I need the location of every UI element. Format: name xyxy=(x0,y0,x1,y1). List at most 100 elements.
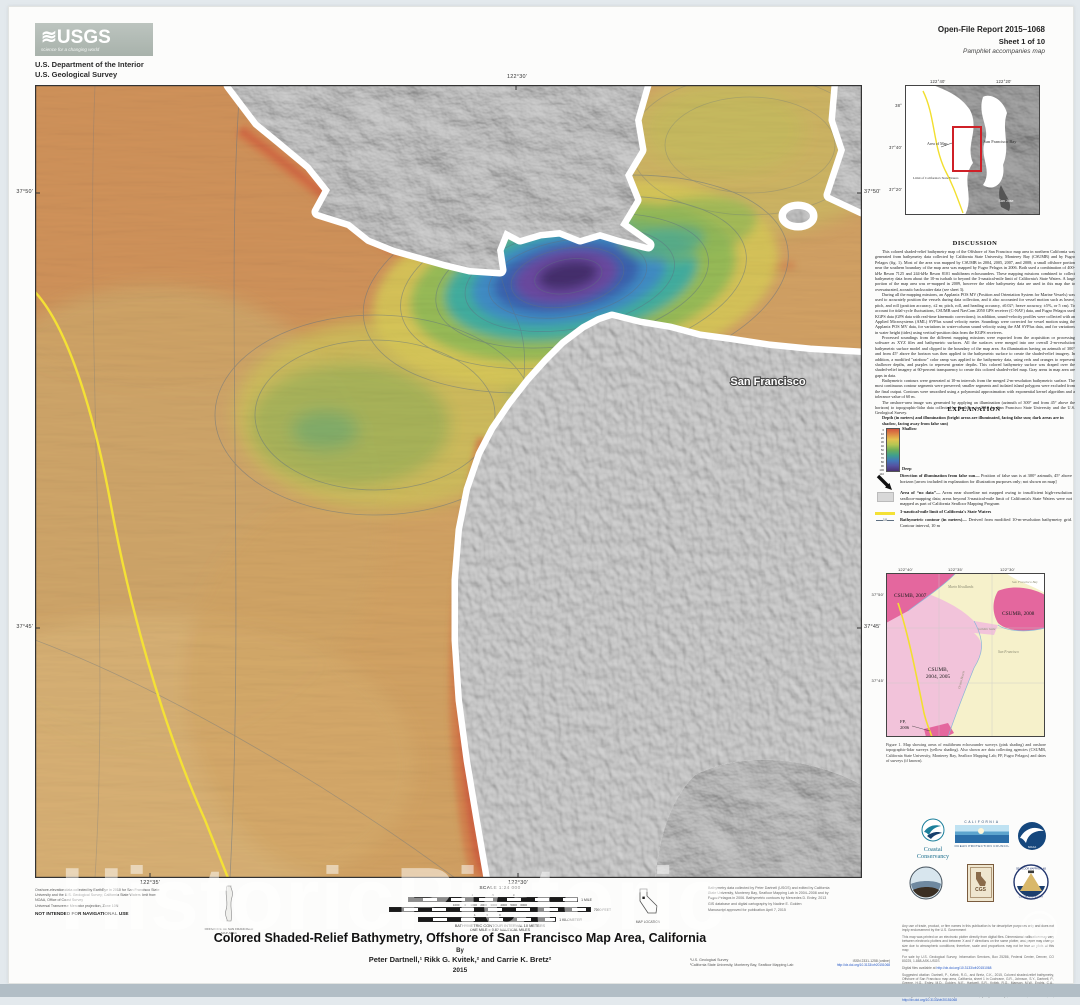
navigation-warning: NOT INTENDED FOR NAVIGATIONAL USE xyxy=(35,911,160,917)
report-number: Open-File Report 2015–1068 xyxy=(845,24,1045,36)
svg-text:2006: 2006 xyxy=(900,725,910,730)
scale-bar-feet xyxy=(389,907,591,912)
scale-bar-block: SCALE 1:24 000 1 .5 01 MILE 1000 0 1000 … xyxy=(368,886,632,932)
state-waters-swatch xyxy=(875,512,895,515)
main-map[interactable]: San Francisco xyxy=(35,85,862,878)
seafloor-mapping-lab-icon: SEAFLOOR MAPPING LAB CSU MONTEREY BAY xyxy=(1013,864,1049,900)
projection-note: Universal Transverse Mercator projection… xyxy=(35,904,160,909)
legend-state-waters: 3-nautical-mile limit of California's St… xyxy=(900,509,1072,515)
figure1-survey-map[interactable]: CSUMB, 2007 CSUMB, 2008 CSUMB, 2004, 200… xyxy=(886,573,1045,737)
figure1-csumb0405-label: CSUMB, xyxy=(928,667,949,673)
figure1-sfbay-label: San Francisco Bay xyxy=(1012,580,1038,584)
figure1-caption: Figure 1. Map showing areas of multibeam… xyxy=(886,742,1046,763)
discussion-section: DISCUSSION This colored shaded-relief ba… xyxy=(875,240,1075,416)
for-sale-note: For sale by U.S. Geological Survey, Info… xyxy=(902,955,1054,964)
no-data-swatch xyxy=(877,492,894,502)
graticule-label-left-bottom: 37°45' xyxy=(8,624,33,630)
map-location-caption: MAP LOCATION xyxy=(626,920,670,924)
department-lines: U.S. Department of the Interior U.S. Geo… xyxy=(35,60,144,80)
discussion-body: This colored shaded-relief bathymetry ma… xyxy=(875,249,1075,416)
graticule-label-right-bottom: 37°45' xyxy=(864,624,881,630)
graticule-label-top: 122°30' xyxy=(496,74,538,80)
inset-lon-left: 122°40' xyxy=(930,79,946,84)
legend-no-data: Area of “no data”— Areas near shoreline … xyxy=(900,490,1072,507)
figure1-lat2: 37°45' xyxy=(864,678,884,683)
colorbar-ticks: 0 10 20 30 40 50 60 70 80 90 100 110 xyxy=(870,428,884,470)
footer-left-notes: Onshore-elevation data collected by Eart… xyxy=(35,888,160,918)
plotter-disclaimer: This map was printed on an electronic pl… xyxy=(902,935,1054,952)
san-francisco-label: San Francisco xyxy=(730,376,805,388)
contour-symbol: 10 xyxy=(872,518,898,522)
figure1-lon3: 122°30' xyxy=(1000,567,1015,572)
svg-text:NOAA: NOAA xyxy=(1028,845,1037,849)
inset-lat-bottom: 37°20' xyxy=(882,187,902,192)
sheet-number: Sheet 1 of 10 xyxy=(845,36,1045,47)
inset-bay-label: San Francisco Bay xyxy=(984,139,1018,144)
logo-cgs: CGS xyxy=(967,864,994,902)
inset-area-of-map-label: Area of Map xyxy=(927,141,947,146)
illumination-arrow-icon xyxy=(876,474,894,492)
inset-limit-label: Limit of California's State Waters xyxy=(913,176,959,180)
svg-text:CSU MONTEREY BAY: CSU MONTEREY BAY xyxy=(1019,896,1044,899)
colorbar-shallow-label: Shallow xyxy=(902,426,917,431)
citation-doi-link[interactable]: http://dx.doi.org/10.3133/ofr20151068 xyxy=(902,998,957,1002)
report-identifier: Open-File Report 2015–1068 Sheet 1 of 10… xyxy=(845,24,1045,57)
location-inset-map[interactable]: Area of Map San Francisco Bay Limit of C… xyxy=(905,85,1040,215)
figure1-lon2: 122°35' xyxy=(948,567,963,572)
discussion-paragraph: Bathymetric contours were generated at 1… xyxy=(875,378,1075,400)
legend-illumination: Direction of illumination from false sun… xyxy=(900,473,1072,484)
author-footnotes: ¹U.S. Geological Survey ²California Stat… xyxy=(690,958,830,968)
footnote-csumb: ²California State University, Monterey B… xyxy=(690,963,830,968)
inset-lon-right: 122°20' xyxy=(996,79,1012,84)
onshore-data-note: Onshore-elevation data collected by Eart… xyxy=(35,888,160,903)
discussion-heading: DISCUSSION xyxy=(875,240,1075,247)
trade-names-disclaimer: Any use of trade, product, or firm names… xyxy=(902,924,1054,933)
inset-lat-mid: 37°40' xyxy=(882,145,902,150)
pamphlet-note: Pamphlet accompanies map xyxy=(845,47,1045,57)
usgs-logo-text: USGS xyxy=(57,27,111,48)
doi-link[interactable]: http://dx.doi.org/10.3133/ofr20151068 xyxy=(828,963,890,967)
explanation-heading: EXPLANATION xyxy=(870,406,1078,413)
figure1-csumb2007-label: CSUMB, 2007 xyxy=(894,593,927,599)
figure1-sanfrancisco-label: San Francisco xyxy=(998,650,1019,654)
usgs-logo: ≋USGS science for a changing world xyxy=(35,23,153,56)
map-area-diagram: OFFSHORE OF SAN FRANCISCOMAP AREA xyxy=(195,884,263,935)
scale-title: SCALE 1:24 000 xyxy=(368,886,632,891)
digital-files-link[interactable]: http://dx.doi.org/10.3133/ofr20151068 xyxy=(936,966,991,970)
dept-usgs: U.S. Geological Survey xyxy=(35,70,144,80)
colorbar-deep-label: Deep xyxy=(902,466,912,471)
california-outline-icon xyxy=(637,888,659,915)
graticule-label-bottom-left: 122°35' xyxy=(129,880,171,886)
noaa-icon: NOAA xyxy=(1017,821,1047,851)
dept-interior: U.S. Department of the Interior xyxy=(35,60,144,70)
cgs-text: CGS xyxy=(975,887,986,893)
logo-ocean-protection-council: CALIFORNIA OCEAN PROTECTION COUNCIL xyxy=(953,820,1011,848)
opc-picture xyxy=(955,825,1009,843)
usgs-tagline: science for a changing world xyxy=(41,47,153,52)
map-location-block: MAP LOCATION xyxy=(626,888,670,924)
sheet-title: Colored Shaded-Relief Bathymetry, Offsho… xyxy=(110,931,810,945)
svg-text:SEAFLOOR MAPPING LAB: SEAFLOOR MAPPING LAB xyxy=(1016,867,1046,870)
coastal-conservancy-icon xyxy=(921,818,945,842)
inset-lat-top: 38° xyxy=(888,103,902,108)
figure1-csumb-2008-area xyxy=(994,588,1046,631)
explanation-depth-note: Depth (in meters) and illumination (brig… xyxy=(882,415,1072,426)
cartography-credits: Bathymetry data collected by Peter Dartn… xyxy=(708,886,836,913)
discussion-paragraph: Processed soundings from the different m… xyxy=(875,335,1075,378)
legend-contour: Bathymetric contour (in meters)— Derived… xyxy=(900,517,1072,528)
figure1-csumb2008-label: CSUMB, 2008 xyxy=(1002,611,1035,617)
map-area-outline-icon xyxy=(214,884,244,922)
discussion-paragraph: This colored shaded-relief bathymetry ma… xyxy=(875,249,1075,292)
figure1-marin-label: Marin Headlands xyxy=(947,585,974,589)
main-map-canvas: San Francisco xyxy=(35,85,862,878)
svg-text:2004, 2005: 2004, 2005 xyxy=(926,674,951,680)
alcatraz-island xyxy=(786,209,810,223)
graticule-label-right-top: 37°50' xyxy=(864,189,881,195)
scale-bar-km xyxy=(418,917,556,922)
usgs-wave-icon: ≋ xyxy=(41,27,57,48)
depth-colorbar xyxy=(886,428,900,472)
figure1-goldengate-label: Golden Gate xyxy=(978,627,996,631)
scale-bar-miles xyxy=(408,897,578,902)
issn-block: ISSN 2331-1258 (online) http://dx.doi.or… xyxy=(828,959,890,967)
figure1-lon1: 122°40' xyxy=(898,567,913,572)
